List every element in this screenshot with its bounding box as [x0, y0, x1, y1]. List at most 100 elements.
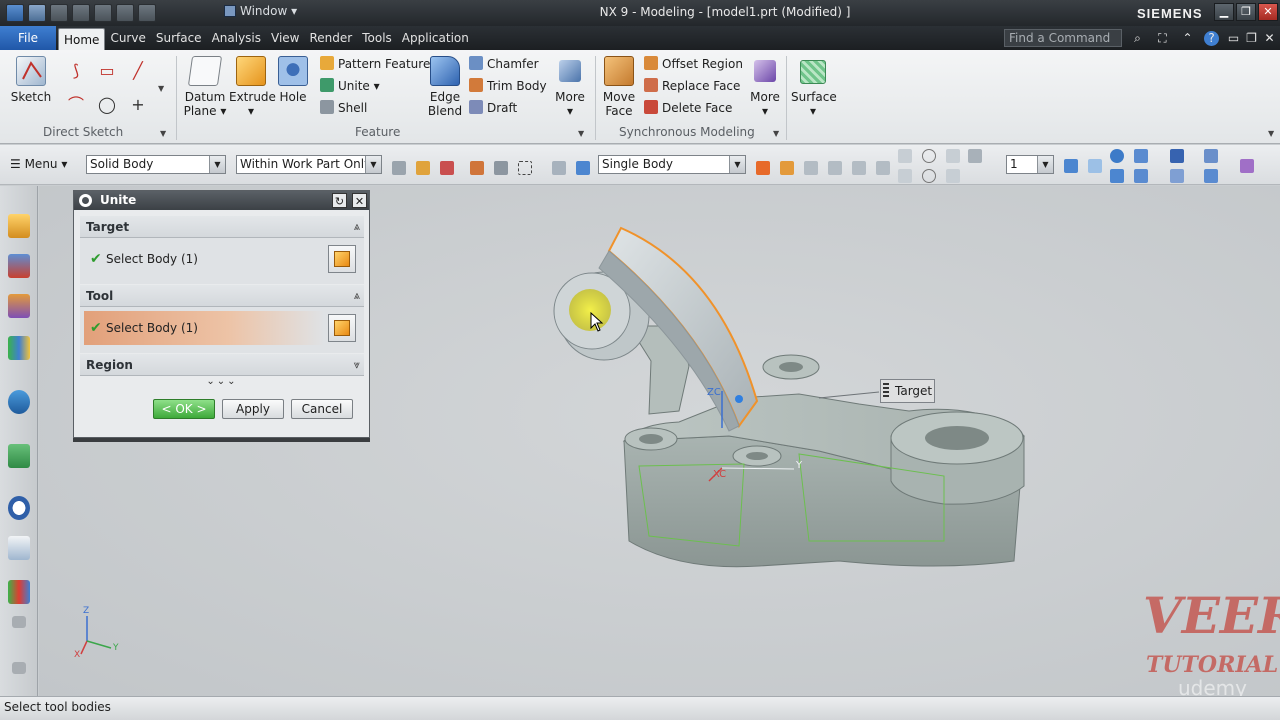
close-button[interactable]: ✕ [1258, 3, 1278, 21]
tab-home[interactable]: Home [58, 28, 106, 50]
tab-render[interactable]: Render [305, 26, 358, 50]
sketch-gallery-more-icon[interactable]: ▼ [158, 84, 164, 93]
scroll-down-icon[interactable] [12, 662, 26, 674]
help-icon[interactable]: ? [1204, 31, 1219, 46]
snap-icon[interactable] [392, 161, 406, 175]
center-snap-icon[interactable] [922, 149, 936, 163]
maximize-button[interactable]: ❐ [1236, 3, 1256, 21]
deselect-icon[interactable] [494, 161, 508, 175]
render-style-icon[interactable] [1170, 149, 1184, 163]
snap-point-icon[interactable] [756, 161, 770, 175]
view-triad-icon[interactable] [1170, 169, 1184, 183]
target-section-header[interactable]: Target ⩓ [80, 216, 364, 238]
selection-scope-select[interactable]: Within Work Part Only ▼ [236, 155, 382, 174]
trim-body-button[interactable]: Trim Body [469, 78, 547, 93]
rectangle-icon[interactable]: ▭ [95, 60, 119, 82]
body-select-icon[interactable] [576, 161, 590, 175]
part-navigator-icon[interactable] [8, 214, 30, 238]
intersection-snap-icon[interactable] [946, 149, 960, 163]
unite-button[interactable]: Unite ▾ [320, 78, 380, 93]
endpoint-snap-icon[interactable] [898, 149, 912, 163]
clip-section-icon[interactable] [1110, 169, 1124, 183]
system-materials-icon[interactable] [8, 536, 30, 560]
extrude-button[interactable]: Extrude ▾ [229, 56, 276, 118]
profile-icon[interactable]: ⟆ [64, 60, 88, 82]
apply-button[interactable]: Apply [222, 399, 284, 419]
pattern-feature-button[interactable]: Pattern Feature [320, 56, 430, 71]
cancel-button[interactable]: Cancel [291, 399, 353, 419]
target-select-body-button[interactable] [328, 245, 356, 273]
reset-icon[interactable]: ↻ [332, 193, 347, 208]
body-rule-select[interactable]: Single Body ▼ [598, 155, 746, 174]
fullscreen-icon[interactable]: ⛶ [1155, 31, 1170, 46]
chamfer-button[interactable]: Chamfer [469, 56, 539, 71]
dialog-close-icon[interactable]: ✕ [352, 193, 367, 208]
feature-dropdown-icon[interactable]: ▼ [578, 129, 584, 138]
tool-section-header[interactable]: Tool ⩓ [80, 285, 364, 307]
surface-button[interactable]: Surface ▾ [791, 60, 837, 118]
min-doc-icon[interactable]: ▭ [1226, 31, 1241, 46]
datum-plane-button[interactable]: Datum Plane ▾ [183, 56, 227, 118]
delete-face-button[interactable]: Delete Face [644, 100, 732, 115]
tab-view[interactable]: View [266, 26, 304, 50]
shell-button[interactable]: Shell [320, 100, 367, 115]
tab-tools[interactable]: Tools [357, 26, 397, 50]
menu-button[interactable]: ☰ Menu ▾ [10, 157, 67, 171]
background-icon[interactable] [1204, 149, 1218, 163]
history-icon[interactable] [8, 444, 30, 468]
zoom-icon[interactable] [1088, 159, 1102, 173]
edge-blend-button[interactable]: Edge Blend [424, 56, 466, 118]
reuse-library-icon[interactable] [8, 336, 30, 360]
feature-more-button[interactable]: More ▾ [552, 60, 588, 118]
rotate-icon[interactable] [1110, 149, 1124, 163]
tab-curve[interactable]: Curve [105, 26, 150, 50]
restore-doc-icon[interactable]: ❐ [1244, 31, 1259, 46]
search-icon[interactable]: ⌕ [1130, 31, 1145, 46]
draft-button[interactable]: Draft [469, 100, 517, 115]
tool-select-body-button[interactable] [328, 314, 356, 342]
edit-section-icon[interactable] [1134, 169, 1148, 183]
constraint-navigator-icon[interactable] [8, 294, 30, 318]
region-section-header[interactable]: Region ⩔ [80, 354, 364, 376]
target-select-body[interactable]: ✔ Select Body (1) [84, 242, 324, 276]
sync-more-button[interactable]: More ▾ [747, 60, 783, 118]
ok-button[interactable]: < OK > [153, 399, 215, 419]
file-menu[interactable]: File [0, 26, 56, 50]
pattern-icon[interactable] [828, 161, 842, 175]
tab-application[interactable]: Application [397, 26, 474, 50]
rectangle-select-icon[interactable] [440, 161, 454, 175]
point-snap-icon[interactable] [898, 169, 912, 183]
circle-icon[interactable]: ◯ [95, 94, 119, 116]
scroll-up-icon[interactable] [12, 616, 26, 628]
sync-dropdown-icon[interactable]: ▼ [773, 129, 779, 138]
select-all-icon[interactable] [470, 161, 484, 175]
grid-icon[interactable] [804, 161, 818, 175]
replace-face-button[interactable]: Replace Face [644, 78, 740, 93]
arc-icon[interactable]: ⌒ [64, 94, 88, 116]
web-browser-icon[interactable] [8, 390, 30, 414]
lasso-select-icon[interactable] [518, 161, 532, 175]
tangent-snap-icon[interactable] [922, 169, 936, 183]
curve-snap-icon[interactable] [876, 161, 890, 175]
line-icon[interactable]: ╱ [126, 60, 150, 82]
clock-icon[interactable] [8, 496, 30, 520]
orient-view-icon[interactable] [1134, 149, 1148, 163]
midpoint-snap-icon[interactable] [946, 169, 960, 183]
sketch-button[interactable]: Sketch [8, 56, 54, 104]
minimize-button[interactable]: ▁ [1214, 3, 1234, 21]
roles-icon[interactable] [8, 580, 30, 604]
gear-icon[interactable] [79, 194, 92, 207]
point-icon[interactable]: + [126, 94, 150, 116]
find-command-input[interactable]: Find a Command [1004, 29, 1122, 47]
direct-sketch-dropdown-icon[interactable]: ▼ [160, 129, 166, 138]
fit-view-icon[interactable] [1064, 159, 1078, 173]
close-doc-icon[interactable]: ✕ [1262, 31, 1277, 46]
tab-surface[interactable]: Surface [151, 26, 207, 50]
offset-region-button[interactable]: Offset Region [644, 56, 743, 71]
type-filter-select[interactable]: Solid Body ▼ [86, 155, 226, 174]
ribbon-options-icon[interactable]: ▼ [1268, 129, 1274, 138]
assembly-navigator-icon[interactable] [8, 254, 30, 278]
show-more-icon[interactable]: ⌄⌄⌄ [80, 376, 364, 388]
layer-select[interactable]: 1 ▼ [1006, 155, 1054, 174]
arrow-icon[interactable] [780, 161, 794, 175]
